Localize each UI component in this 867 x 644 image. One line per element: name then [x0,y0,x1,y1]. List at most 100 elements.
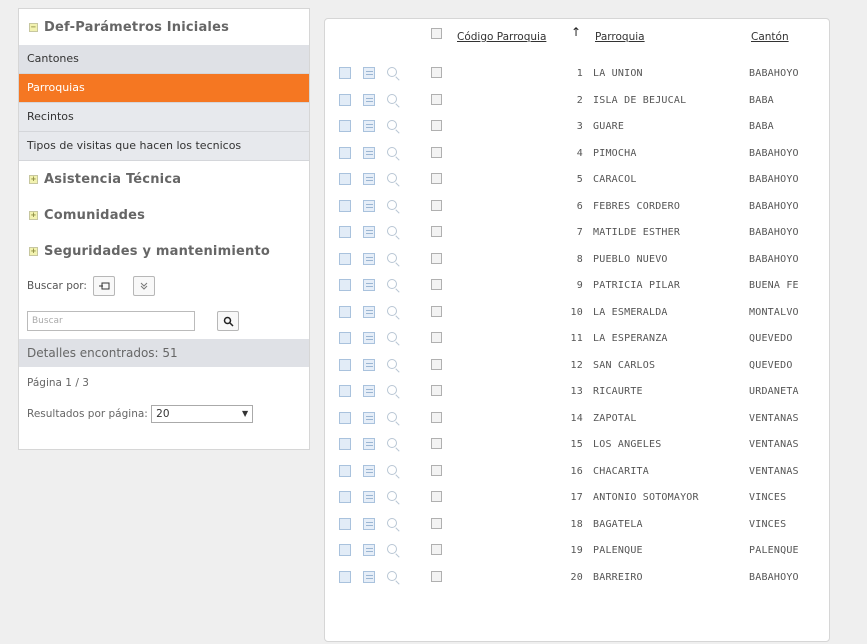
edit-icon[interactable] [339,199,351,212]
section-asistencia[interactable]: + Asistencia Técnica [19,161,309,197]
row-checkbox[interactable] [431,146,442,158]
edit-icon[interactable] [339,120,351,132]
section-comunidades[interactable]: + Comunidades [19,197,309,233]
edit-icon[interactable] [339,332,351,344]
edit-icon[interactable] [339,570,351,583]
document-icon[interactable] [363,570,375,583]
row-checkbox[interactable] [431,279,442,290]
edit-icon[interactable] [339,279,351,291]
zoom-icon[interactable] [387,438,397,448]
edit-icon[interactable] [339,226,351,238]
select-all-checkbox[interactable] [431,28,442,39]
sidebar-item-cantones[interactable]: Cantones [19,45,309,74]
row-checkbox[interactable] [431,411,442,423]
edit-icon[interactable] [339,67,351,79]
row-checkbox[interactable] [431,93,442,105]
edit-icon[interactable] [339,411,351,424]
row-checkbox[interactable] [431,173,442,184]
document-icon[interactable] [363,146,375,159]
document-icon[interactable] [363,438,375,450]
document-icon[interactable] [363,199,375,212]
row-checkbox[interactable] [431,332,442,343]
edit-icon[interactable] [339,544,351,556]
row-checkbox[interactable] [431,67,442,78]
per-page-select[interactable]: 20 ▼ [151,405,254,423]
zoom-icon[interactable] [387,252,397,263]
edit-icon[interactable] [339,305,351,318]
edit-icon[interactable] [339,93,351,106]
zoom-icon[interactable] [387,226,397,236]
row-checkbox[interactable] [431,438,442,449]
zoom-icon[interactable] [387,120,397,130]
edit-icon[interactable] [339,438,351,450]
document-icon[interactable] [363,305,375,318]
row-checkbox[interactable] [431,226,442,237]
row-checkbox[interactable] [431,517,442,529]
document-icon[interactable] [363,517,375,530]
sidebar-item-recintos[interactable]: Recintos [19,103,309,132]
zoom-icon[interactable] [387,199,397,210]
edit-icon[interactable] [339,358,351,371]
zoom-icon[interactable] [387,385,397,395]
row-checkbox[interactable] [431,385,442,396]
zoom-icon[interactable] [387,146,397,157]
sidebar-item-tipos-visitas[interactable]: Tipos de visitas que hacen los tecnicos [19,132,309,161]
filter-toggle-button[interactable] [132,276,155,296]
edit-icon[interactable] [339,517,351,530]
row-checkbox[interactable] [431,544,442,555]
cell-canton: BABAHOYO [749,227,799,238]
zoom-icon[interactable] [387,93,397,104]
table-header: Código Parroquia ↑ Parroquia Cantón [325,19,829,59]
document-icon[interactable] [363,544,375,556]
section-seguridades[interactable]: + Seguridades y mantenimiento [19,233,309,269]
zoom-icon[interactable] [387,491,397,501]
zoom-icon[interactable] [387,279,397,289]
document-icon[interactable] [363,173,375,185]
document-icon[interactable] [363,332,375,344]
zoom-icon[interactable] [387,332,397,342]
zoom-icon[interactable] [387,67,397,77]
row-checkbox[interactable] [431,464,442,476]
filter-left-button[interactable] [92,276,115,296]
document-icon[interactable] [363,252,375,265]
edit-icon[interactable] [339,173,351,185]
row-checkbox[interactable] [431,199,442,211]
edit-icon[interactable] [339,491,351,503]
zoom-icon[interactable] [387,411,397,422]
zoom-icon[interactable] [387,305,397,316]
search-button[interactable] [217,311,239,331]
document-icon[interactable] [363,385,375,397]
document-icon[interactable] [363,226,375,238]
row-checkbox[interactable] [431,358,442,370]
zoom-icon[interactable] [387,358,397,369]
document-icon[interactable] [363,464,375,477]
row-checkbox[interactable] [431,491,442,502]
document-icon[interactable] [363,358,375,371]
row-checkbox[interactable] [431,252,442,264]
row-checkbox[interactable] [431,570,442,582]
document-icon[interactable] [363,67,375,79]
zoom-icon[interactable] [387,570,397,581]
zoom-icon[interactable] [387,464,397,475]
zoom-icon[interactable] [387,544,397,554]
document-icon[interactable] [363,411,375,424]
zoom-icon[interactable] [387,173,397,183]
document-icon[interactable] [363,93,375,106]
edit-icon[interactable] [339,464,351,477]
zoom-icon[interactable] [387,517,397,528]
edit-icon[interactable] [339,252,351,265]
section-def-parametros[interactable]: − Def-Parámetros Iniciales [19,9,309,45]
row-checkbox[interactable] [431,305,442,317]
header-canton[interactable]: Cantón [751,31,789,43]
header-codigo[interactable]: Código Parroquia [457,31,546,43]
edit-icon[interactable] [339,146,351,159]
document-icon[interactable] [363,491,375,503]
document-icon[interactable] [363,120,375,132]
edit-icon[interactable] [339,385,351,397]
sidebar-item-parroquias[interactable]: Parroquias [19,74,309,103]
search-input[interactable]: Buscar [27,311,195,331]
header-parroquia[interactable]: Parroquia [595,31,645,43]
section-title: Def-Parámetros Iniciales [44,19,230,35]
row-checkbox[interactable] [431,120,442,131]
document-icon[interactable] [363,279,375,291]
